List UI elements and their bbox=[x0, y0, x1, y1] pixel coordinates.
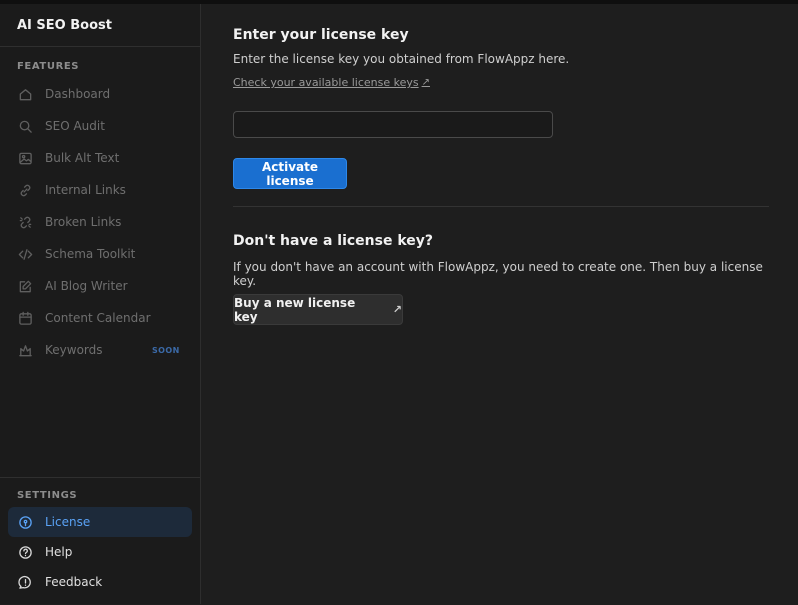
soon-badge: SOON bbox=[152, 345, 180, 355]
sidebar-item-keywords[interactable]: Keywords SOON bbox=[0, 334, 200, 366]
sidebar-item-label: Content Calendar bbox=[45, 311, 151, 325]
sidebar-item-label: Help bbox=[45, 545, 73, 559]
search-icon bbox=[17, 118, 33, 134]
sidebar-item-label: Keywords bbox=[45, 343, 103, 357]
settings-section-label: SETTINGS bbox=[17, 490, 78, 501]
no-license-description: If you don't have an account with FlowAp… bbox=[233, 260, 763, 288]
external-link-icon: ↗ bbox=[392, 303, 402, 316]
license-title: Enter your license key bbox=[233, 27, 409, 43]
sidebar-item-label: Bulk Alt Text bbox=[45, 151, 120, 165]
home-icon bbox=[17, 86, 33, 102]
divider bbox=[233, 206, 769, 207]
app-title: AI SEO Boost bbox=[0, 4, 200, 47]
no-license-title: Don't have a license key? bbox=[233, 233, 434, 249]
sidebar-item-license[interactable]: License bbox=[8, 507, 192, 537]
sidebar-item-label: Feedback bbox=[45, 575, 103, 589]
sidebar-item-seo-audit[interactable]: SEO Audit bbox=[0, 110, 200, 142]
pencil-icon bbox=[17, 278, 33, 294]
sidebar-item-label: Dashboard bbox=[45, 87, 111, 101]
sidebar-item-label: AI Blog Writer bbox=[45, 279, 128, 293]
sidebar-item-content-calendar[interactable]: Content Calendar bbox=[0, 302, 200, 334]
sidebar-item-label: Internal Links bbox=[45, 183, 126, 197]
buy-license-label: Buy a new license key bbox=[234, 295, 356, 324]
sidebar-item-bulk-alt-text[interactable]: Bulk Alt Text bbox=[0, 142, 200, 174]
code-icon bbox=[17, 246, 33, 262]
license-key-input[interactable] bbox=[233, 111, 553, 138]
sidebar-item-label: Broken Links bbox=[45, 215, 122, 229]
sidebar-item-feedback[interactable]: Feedback bbox=[8, 567, 192, 597]
features-section-label: FEATURES bbox=[17, 61, 80, 72]
sidebar-item-label: Schema Toolkit bbox=[45, 247, 136, 261]
sidebar-item-ai-blog-writer[interactable]: AI Blog Writer bbox=[0, 270, 200, 302]
broken-link-icon bbox=[17, 214, 33, 230]
link-icon bbox=[17, 182, 33, 198]
crown-icon bbox=[17, 342, 33, 358]
sidebar-item-dashboard[interactable]: Dashboard bbox=[0, 78, 200, 110]
calendar-icon bbox=[17, 310, 33, 326]
link-text: Check your available license keys bbox=[233, 76, 419, 89]
sidebar-item-label: SEO Audit bbox=[45, 119, 105, 133]
sidebar-item-help[interactable]: Help bbox=[8, 537, 192, 567]
sidebar-item-broken-links[interactable]: Broken Links bbox=[0, 206, 200, 238]
sidebar: AI SEO Boost FEATURES Dashboard SEO Audi… bbox=[0, 4, 201, 604]
help-icon bbox=[17, 544, 33, 560]
sidebar-item-label: License bbox=[45, 515, 91, 529]
feedback-icon bbox=[17, 574, 33, 590]
sidebar-item-internal-links[interactable]: Internal Links bbox=[0, 174, 200, 206]
sidebar-item-schema-toolkit[interactable]: Schema Toolkit bbox=[0, 238, 200, 270]
check-license-keys-link[interactable]: Check your available license keys ↗ bbox=[233, 76, 430, 89]
license-description: Enter the license key you obtained from … bbox=[233, 52, 570, 66]
settings-section: SETTINGS License Help Feedback bbox=[0, 477, 200, 605]
license-icon bbox=[17, 514, 33, 530]
image-icon bbox=[17, 150, 33, 166]
external-link-icon: ↗ bbox=[421, 77, 430, 88]
activate-license-button[interactable]: Activate license bbox=[233, 158, 347, 189]
buy-license-button[interactable]: Buy a new license key ↗ bbox=[233, 294, 403, 325]
